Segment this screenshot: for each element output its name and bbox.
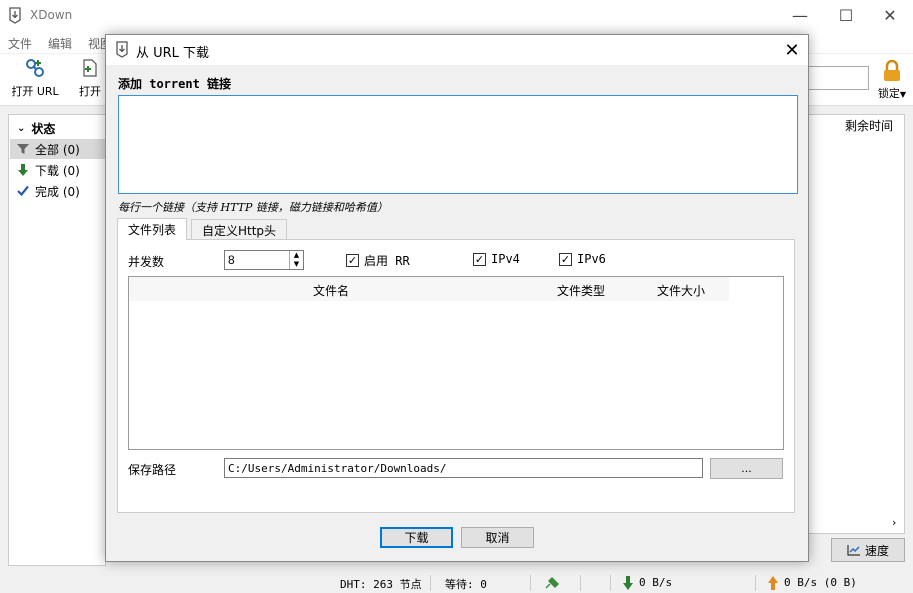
- menu-edit[interactable]: 编辑: [48, 35, 72, 52]
- file-list-panel: 并发数 ▲▼ ✓ 启用 RR ✓ IPv4 ✓ IPv6 文件名 文件类型 文件…: [117, 239, 795, 513]
- checkbox-label: IPv4: [491, 252, 520, 266]
- sidebar-header-status[interactable]: ⌄ 状态: [17, 118, 55, 138]
- sidebar-item-completed[interactable]: 完成 (0): [17, 181, 80, 201]
- open-button[interactable]: 打开: [76, 58, 104, 99]
- concurrency-label: 并发数: [128, 255, 165, 269]
- checkbox-checked-icon[interactable]: ✓: [559, 252, 572, 266]
- waiting-status: 等待: 0: [445, 578, 487, 591]
- window-title: XDown: [30, 8, 73, 22]
- file-table[interactable]: 文件名 文件类型 文件大小: [128, 276, 784, 450]
- dht-status: DHT: 263 节点: [340, 578, 422, 591]
- checkbox-label: IPv6: [577, 252, 606, 266]
- xdown-logo-icon: [116, 41, 128, 58]
- xdown-logo-icon: [9, 7, 21, 24]
- sidebar-item-all[interactable]: 全部 (0): [10, 139, 120, 159]
- dialog-titlebar: 从 URL 下载 ✕: [106, 35, 808, 65]
- download-button[interactable]: 下载: [380, 527, 453, 548]
- browse-button[interactable]: ...: [710, 458, 783, 479]
- concurrency-input[interactable]: [225, 251, 287, 269]
- scroll-right-icon[interactable]: ›: [892, 516, 896, 529]
- checkmark-icon: [17, 185, 29, 197]
- search-input[interactable]: [808, 66, 869, 90]
- ipv6-checkbox[interactable]: ✓ IPv6: [559, 252, 606, 266]
- tab-file-list[interactable]: 文件列表: [117, 218, 188, 240]
- lock-button[interactable]: 锁定▼: [874, 59, 910, 101]
- minimize-button[interactable]: —: [777, 0, 823, 31]
- tab-custom-http-headers[interactable]: 自定义Http头: [191, 219, 288, 240]
- column-header-remaining[interactable]: 剩余时间: [845, 117, 893, 134]
- save-path-label: 保存路径: [128, 463, 177, 477]
- close-window-button[interactable]: ✕: [867, 0, 913, 31]
- status-sidebar: ⌄ 状态 全部 (0) 下载 (0) 完成 (0): [8, 114, 120, 566]
- tab-label: 文件列表: [128, 223, 177, 237]
- dialog-close-button[interactable]: ✕: [778, 37, 806, 63]
- sidebar-item-label: 下载 (0): [35, 163, 80, 178]
- download-speed: 0 B/s: [639, 576, 673, 589]
- open-file-icon: [83, 59, 97, 77]
- speed-button-label: 速度: [864, 543, 889, 558]
- statusbar: DHT: 263 节点 等待: 0 0 B/s 0 B/s (0 B): [0, 573, 913, 593]
- dialog-title: 从 URL 下载: [136, 46, 210, 61]
- lock-icon: [884, 59, 900, 81]
- connection-plug-icon: [545, 577, 559, 589]
- checkbox-label: 启用 RR: [364, 254, 410, 268]
- link-icon: [26, 59, 44, 77]
- upload-speed-icon: [768, 576, 778, 590]
- concurrency-stepper[interactable]: ▲▼: [224, 250, 304, 270]
- chevron-down-icon[interactable]: ⌄: [17, 123, 25, 134]
- checkbox-checked-icon[interactable]: ✓: [473, 252, 486, 266]
- column-header-filetype[interactable]: 文件类型: [557, 282, 605, 299]
- torrent-link-input[interactable]: [118, 95, 798, 194]
- download-speed-icon: [623, 576, 633, 590]
- column-header-filesize[interactable]: 文件大小: [657, 282, 705, 299]
- save-path-input[interactable]: [224, 458, 703, 478]
- column-header-filename[interactable]: 文件名: [313, 282, 349, 299]
- sidebar-item-label: 全部 (0): [35, 142, 80, 157]
- link-hint: 每行一个链接（支持 HTTP 链接，磁力链接和哈希值）: [118, 201, 388, 214]
- main-titlebar: XDown — ☐ ✕: [0, 0, 913, 31]
- open-url-button[interactable]: 打开 URL: [10, 58, 60, 99]
- torrent-link-label: 添加 torrent 链接: [118, 77, 232, 91]
- download-arrow-icon: [18, 164, 28, 176]
- maximize-button[interactable]: ☐: [823, 0, 869, 31]
- filter-icon: [17, 144, 29, 154]
- enable-rr-checkbox[interactable]: ✓ 启用 RR: [346, 252, 410, 269]
- sidebar-item-label: 完成 (0): [35, 184, 80, 199]
- chart-line-icon: [847, 545, 860, 556]
- sidebar-item-downloading[interactable]: 下载 (0): [17, 160, 80, 180]
- tab-label: 自定义Http头: [202, 223, 277, 238]
- lock-dropdown-icon[interactable]: ▼: [900, 90, 906, 99]
- speed-button[interactable]: 速度: [831, 538, 905, 562]
- open-url-label: 打开 URL: [11, 85, 59, 98]
- cancel-button[interactable]: 取消: [461, 527, 534, 548]
- ipv4-checkbox[interactable]: ✓ IPv4: [473, 252, 520, 266]
- stepper-arrows-icon[interactable]: ▲ ▼: [289, 251, 303, 269]
- lock-label: 锁定: [877, 87, 900, 100]
- checkbox-checked-icon[interactable]: ✓: [346, 254, 359, 267]
- download-from-url-dialog: 从 URL 下载 ✕ 添加 torrent 链接 每行一个链接（支持 HTTP …: [105, 34, 809, 562]
- open-label: 打开: [79, 85, 101, 98]
- sidebar-header-label: 状态: [31, 121, 56, 136]
- file-table-header: 文件名 文件类型 文件大小: [129, 277, 729, 301]
- menu-file[interactable]: 文件: [8, 35, 32, 52]
- upload-speed: 0 B/s (0 B): [784, 576, 857, 589]
